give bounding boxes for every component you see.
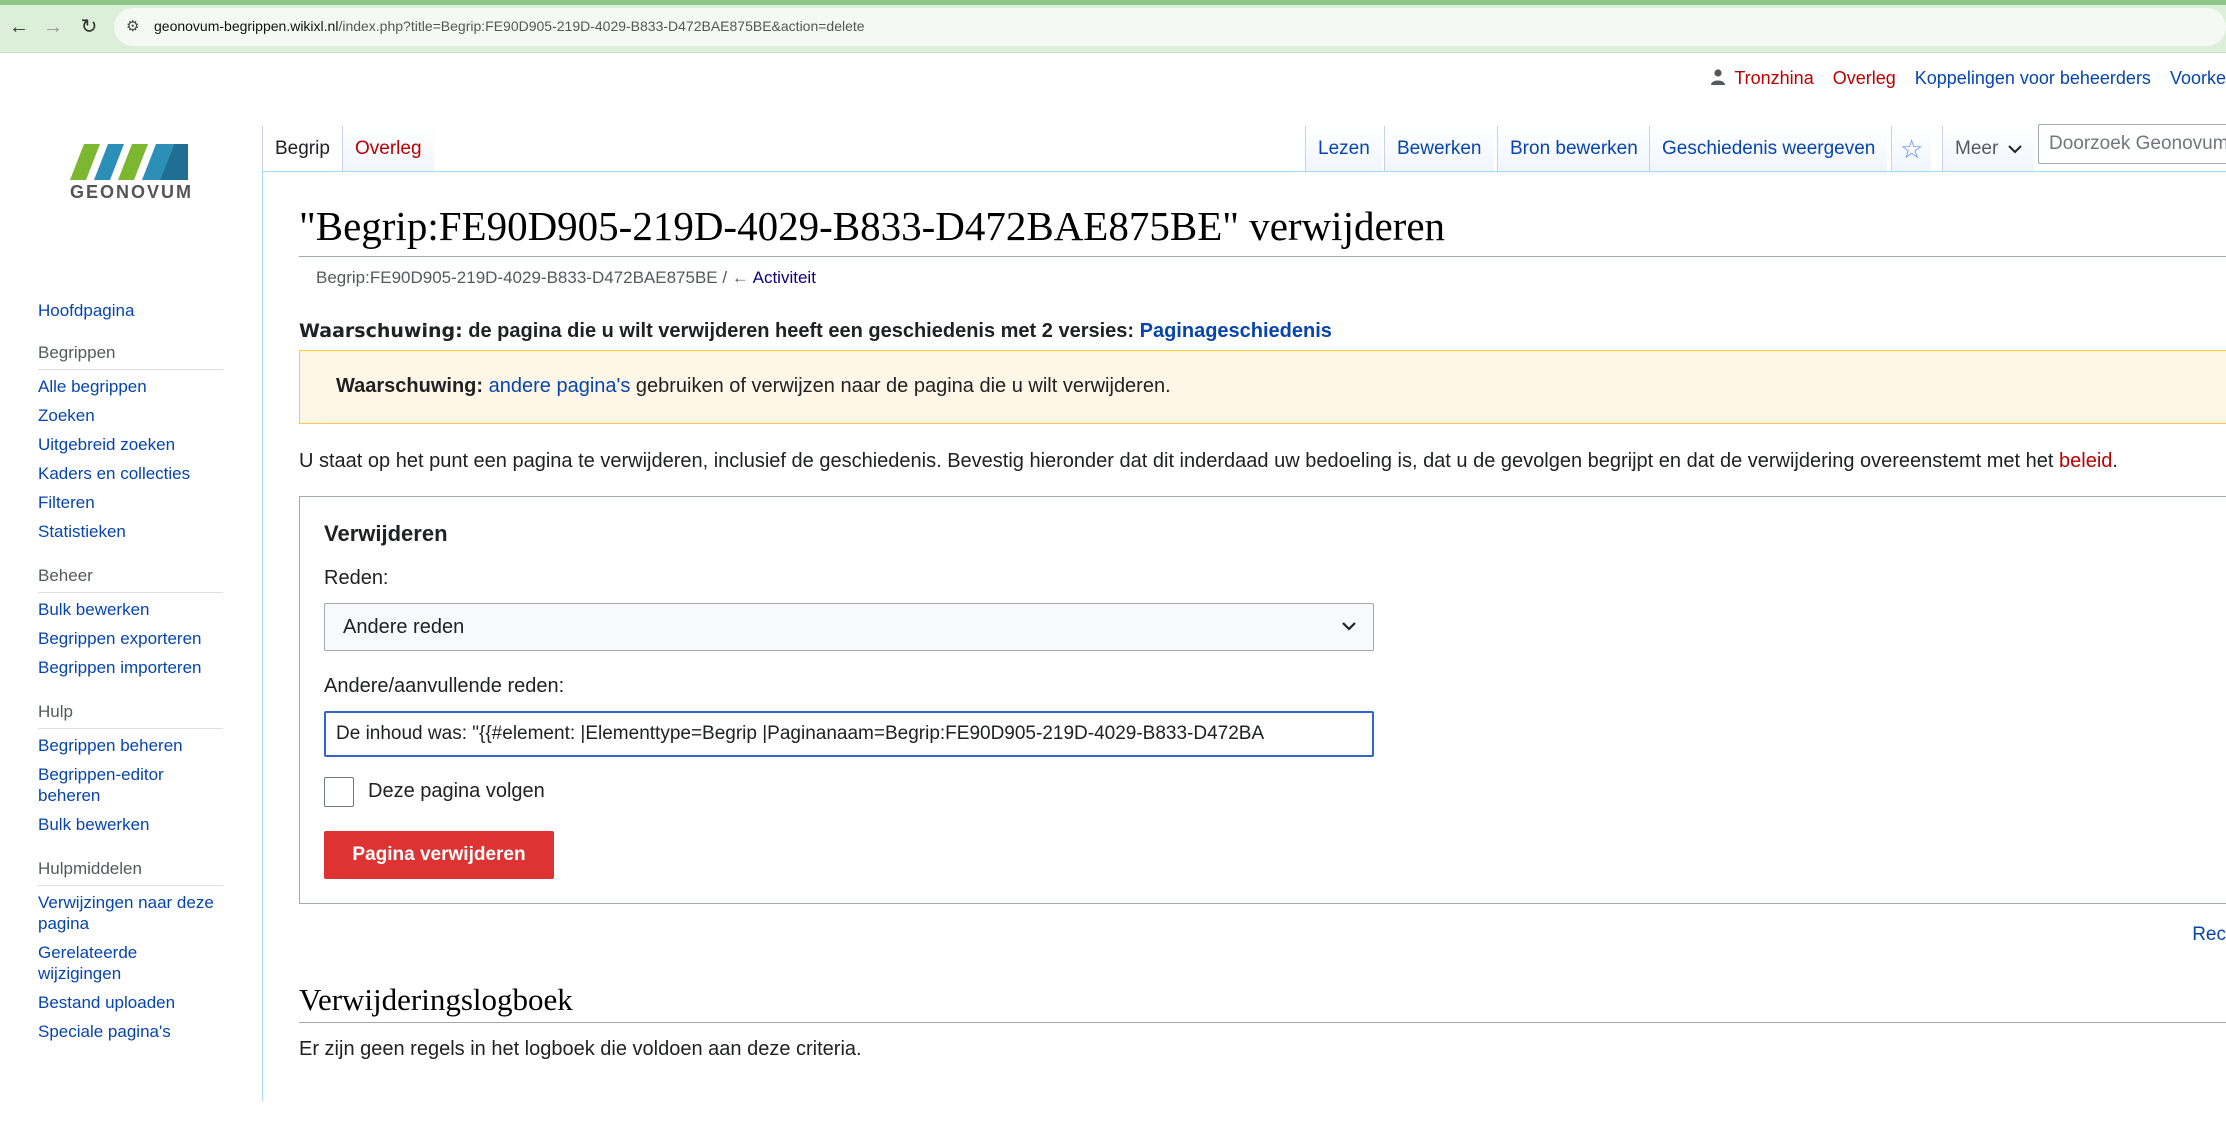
breadcrumb: Begrip:FE90D905-219D-4029-B833-D472BAE87…: [316, 268, 816, 288]
intro-text-end: .: [2112, 450, 2118, 472]
sidebar-item-manage-concepts[interactable]: Begrippen beheren: [38, 735, 223, 756]
reason-select[interactable]: Andere reden: [324, 603, 1374, 651]
watch-checkbox[interactable]: [324, 777, 354, 807]
main-content: "Begrip:FE90D905-219D-4029-B833-D472BAE8…: [262, 171, 2226, 1101]
sidebar-item-all-concepts[interactable]: Alle begrippen: [38, 376, 223, 397]
address-bar[interactable]: ⚙ geonovum-begrippen.wikixl.nl/index.php…: [114, 8, 2226, 46]
sidebar-item-bulk-edit[interactable]: Bulk bewerken: [38, 599, 223, 620]
intro-text-body: U staat op het punt een pagina te verwij…: [299, 450, 2060, 472]
tab-history[interactable]: Geschiedenis weergeven: [1649, 126, 1888, 172]
username-link[interactable]: Tronzhina: [1734, 68, 1813, 88]
reload-icon[interactable]: ↻: [78, 16, 100, 38]
sidebar-group-hulpmiddelen: Hulpmiddelen Verwijzingen naar deze pagi…: [38, 859, 223, 1042]
sidebar-item-statistics[interactable]: Statistieken: [38, 521, 223, 542]
sidebar-group-hulp: Hulp Begrippen beheren Begrippen-editor …: [38, 702, 223, 835]
history-warning-label: Waarschuwing:: [299, 320, 463, 342]
geonovum-logo-icon: [70, 144, 188, 180]
sidebar-heading: Begrippen: [38, 343, 223, 370]
url-text[interactable]: geonovum-begrippen.wikixl.nl/index.php?t…: [154, 18, 865, 34]
breadcrumb-separator: / ←: [717, 268, 753, 287]
sidebar-item-search[interactable]: Zoeken: [38, 405, 223, 426]
chevron-down-icon: [1342, 622, 1356, 631]
sidebar-item-import[interactable]: Begrippen importeren: [38, 657, 223, 678]
sidebar-heading: Beheer: [38, 566, 223, 593]
sidebar-item-special-pages[interactable]: Speciale pagina's: [38, 1021, 223, 1042]
other-reason-input[interactable]: De inhoud was: "{{#element: |Elementtype…: [324, 711, 1374, 757]
sidebar-heading: Hulp: [38, 702, 223, 729]
sidebar-item-related-changes[interactable]: Gerelateerde wijzigingen: [38, 942, 223, 984]
warning-box-text: gebruiken of verwijzen naar de pagina di…: [630, 375, 1171, 397]
more-menu-label: Meer: [1955, 138, 1999, 159]
reason-select-value: Andere reden: [343, 616, 465, 638]
warning-box-label: Waarschuwing:: [336, 375, 484, 397]
warning-box: Waarschuwing: andere pagina's gebruiken …: [299, 350, 2226, 424]
tab-edit[interactable]: Bewerken: [1384, 126, 1494, 172]
back-icon[interactable]: ←: [8, 16, 30, 38]
history-warning: Waarschuwing: de pagina die u wilt verwi…: [299, 320, 1332, 343]
sidebar-item-main-page[interactable]: Hoofdpagina: [38, 300, 223, 321]
sidebar-item-manage-editor[interactable]: Begrippen-editor beheren: [38, 764, 223, 806]
sidebar-heading: Hulpmiddelen: [38, 859, 223, 886]
intro-text: U staat op het punt een pagina te verwij…: [299, 450, 2118, 473]
browser-tab-strip: [0, 0, 2226, 5]
sidebar-group-beheer: Beheer Bulk bewerken Begrippen exportere…: [38, 566, 223, 678]
breadcrumb-link-activity[interactable]: Activiteit: [753, 268, 816, 287]
admin-links-link[interactable]: Koppelingen voor beheerders: [1915, 68, 2151, 88]
sidebar-item-upload-file[interactable]: Bestand uploaden: [38, 992, 223, 1013]
delete-page-button[interactable]: Pagina verwijderen: [324, 831, 554, 879]
form-legend: Verwijderen: [324, 521, 448, 546]
sidebar-group-begrippen: Begrippen Alle begrippen Zoeken Uitgebre…: [38, 343, 223, 542]
tab-talk[interactable]: Overleg: [342, 126, 434, 172]
truncated-link[interactable]: Rec: [2192, 924, 2226, 946]
page-history-link[interactable]: Paginageschiedenis: [1140, 320, 1332, 342]
personal-tools: Tronzhina Overleg Koppelingen voor behee…: [1711, 68, 2226, 92]
tab-page[interactable]: Begrip: [262, 126, 342, 172]
more-menu[interactable]: Meer: [1942, 126, 2034, 172]
search-input[interactable]: Doorzoek Geonovum: [2038, 124, 2226, 164]
site-logo[interactable]: GEONOVUM: [28, 136, 230, 210]
site-info-icon[interactable]: ⚙: [126, 18, 144, 36]
watch-label[interactable]: Deze pagina volgen: [368, 780, 545, 803]
sidebar-item-what-links-here[interactable]: Verwijzingen naar deze pagina: [38, 892, 223, 934]
browser-toolbar: ← → ↻ ⚙ geonovum-begrippen.wikixl.nl/ind…: [0, 0, 2226, 53]
delete-form: Verwijderen Reden: Andere reden Andere/a…: [299, 496, 2226, 904]
sidebar-item-advanced-search[interactable]: Uitgebreid zoeken: [38, 434, 223, 455]
user-icon: [1711, 69, 1726, 85]
tab-read[interactable]: Lezen: [1305, 126, 1382, 172]
reason-label: Reden:: [324, 567, 389, 589]
sidebar: Hoofdpagina Begrippen Alle begrippen Zoe…: [38, 300, 223, 1066]
watch-star-button[interactable]: ☆: [1891, 126, 1932, 172]
policy-link[interactable]: beleid: [2059, 450, 2112, 472]
sidebar-item-frameworks[interactable]: Kaders en collecties: [38, 463, 223, 484]
sidebar-item-filter[interactable]: Filteren: [38, 492, 223, 513]
deletion-log-empty: Er zijn geen regels in het logboek die v…: [299, 1038, 862, 1060]
page-title: "Begrip:FE90D905-219D-4029-B833-D472BAE8…: [299, 202, 2226, 257]
preferences-link[interactable]: Voorke: [2170, 68, 2226, 88]
forward-icon[interactable]: →: [42, 16, 64, 38]
logo-text: GEONOVUM: [70, 182, 194, 202]
sidebar-item-export[interactable]: Begrippen exporteren: [38, 628, 223, 649]
user-talk-link[interactable]: Overleg: [1833, 68, 1896, 88]
page-tabs: Begrip Overleg Lezen Bewerken Bron bewer…: [262, 118, 2226, 172]
sidebar-item-bulk-edit-help[interactable]: Bulk bewerken: [38, 814, 223, 835]
other-pages-link[interactable]: andere pagina's: [489, 375, 631, 397]
tab-edit-source[interactable]: Bron bewerken: [1497, 126, 1650, 172]
star-icon: ☆: [1900, 134, 1924, 164]
breadcrumb-page: Begrip:FE90D905-219D-4029-B833-D472BAE87…: [316, 268, 718, 287]
chevron-down-icon: [2007, 145, 2022, 154]
deletion-log-heading: Verwijderingslogboek: [299, 982, 2226, 1023]
history-warning-text: de pagina die u wilt verwijderen heeft e…: [462, 320, 1140, 342]
other-reason-label: Andere/aanvullende reden:: [324, 675, 565, 697]
